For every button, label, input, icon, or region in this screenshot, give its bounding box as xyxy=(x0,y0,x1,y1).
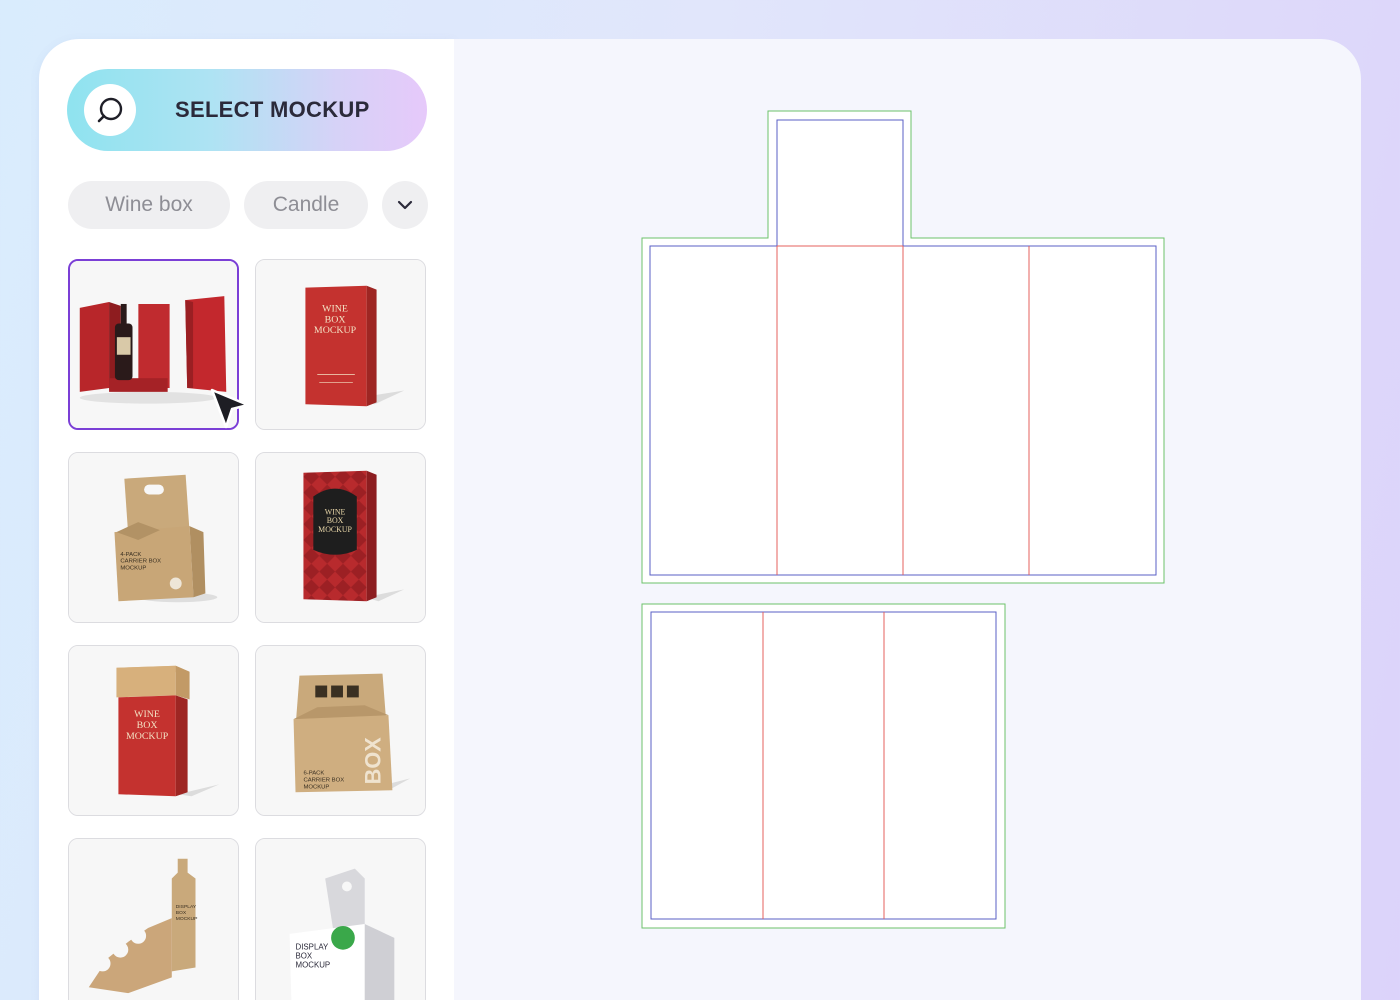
wine-box-tube-lid-image: WINE BOX MOCKUP xyxy=(69,646,238,815)
svg-text:CARRIER BOX: CARRIER BOX xyxy=(120,559,161,565)
svg-text:BOX: BOX xyxy=(325,314,346,325)
svg-text:WINE: WINE xyxy=(322,303,348,314)
6-pack-carrier-box-image: 6-PACK CARRIER BOX MOCKUP BOX xyxy=(256,646,425,815)
svg-text:6-PACK: 6-PACK xyxy=(303,770,324,776)
wine-box-red-image: WINE BOX MOCKUP xyxy=(256,260,425,429)
svg-text:CARRIER BOX: CARRIER BOX xyxy=(303,777,344,783)
svg-text:DISPLAY: DISPLAY xyxy=(176,904,197,910)
dieline-canvas[interactable] xyxy=(454,39,1361,1000)
svg-text:MOCKUP: MOCKUP xyxy=(120,566,146,572)
svg-text:MOCKUP: MOCKUP xyxy=(296,960,331,969)
svg-text:4-PACK: 4-PACK xyxy=(120,552,141,558)
mockup-thumb-display-box-white[interactable]: DISPLAY BOX MOCKUP xyxy=(255,838,426,1000)
mockup-thumb-4-pack-carrier-box[interactable]: 4-PACK CARRIER BOX MOCKUP xyxy=(68,452,239,623)
svg-text:MOCKUP: MOCKUP xyxy=(303,784,329,790)
more-filters-button[interactable] xyxy=(382,181,428,229)
filter-chip-wine-box[interactable]: Wine box xyxy=(68,181,230,229)
svg-text:WINE: WINE xyxy=(325,507,346,516)
svg-text:WINE: WINE xyxy=(134,709,160,720)
svg-text:BOX: BOX xyxy=(176,910,187,916)
chevron-down-icon xyxy=(397,200,413,210)
svg-text:BOX: BOX xyxy=(361,737,386,785)
filter-chip-candle[interactable]: Candle xyxy=(244,181,368,229)
mouse-cursor-icon xyxy=(210,388,250,429)
svg-text:BOX: BOX xyxy=(327,516,344,525)
lower-bleed-outline xyxy=(641,603,1006,929)
display-box-kraft-image: DISPLAY BOX MOCKUP xyxy=(69,839,238,1000)
svg-text:MOCKUP: MOCKUP xyxy=(318,525,352,534)
select-mockup-button[interactable]: SELECT MOCKUP xyxy=(67,69,427,151)
mockup-sidebar: SELECT MOCKUP Wine box Candle WINE BOX M… xyxy=(39,39,454,1000)
mockup-thumb-wine-box-tube-lid[interactable]: WINE BOX MOCKUP xyxy=(68,645,239,816)
display-box-white-image: DISPLAY BOX MOCKUP xyxy=(256,839,425,1000)
svg-text:MOCKUP: MOCKUP xyxy=(176,916,198,922)
mockup-thumb-6-pack-carrier-box[interactable]: 6-PACK CARRIER BOX MOCKUP BOX xyxy=(255,645,426,816)
4-pack-carrier-box-image: 4-PACK CARRIER BOX MOCKUP xyxy=(69,453,238,622)
dieline-drawing xyxy=(641,110,1165,929)
wine-box-argyle-image: WINE BOX MOCKUP xyxy=(256,453,425,622)
svg-text:MOCKUP: MOCKUP xyxy=(126,731,169,742)
mockup-thumb-wine-box-argyle[interactable]: WINE BOX MOCKUP xyxy=(255,452,426,623)
search-icon xyxy=(84,84,136,136)
mockup-thumb-wine-box-red[interactable]: WINE BOX MOCKUP xyxy=(255,259,426,430)
svg-text:BOX: BOX xyxy=(296,952,313,961)
mockup-thumb-display-box-kraft[interactable]: DISPLAY BOX MOCKUP xyxy=(68,838,239,1000)
svg-text:MOCKUP: MOCKUP xyxy=(314,325,357,336)
select-mockup-label: SELECT MOCKUP xyxy=(175,97,370,122)
svg-text:BOX: BOX xyxy=(137,720,158,731)
svg-text:DISPLAY: DISPLAY xyxy=(296,943,329,952)
